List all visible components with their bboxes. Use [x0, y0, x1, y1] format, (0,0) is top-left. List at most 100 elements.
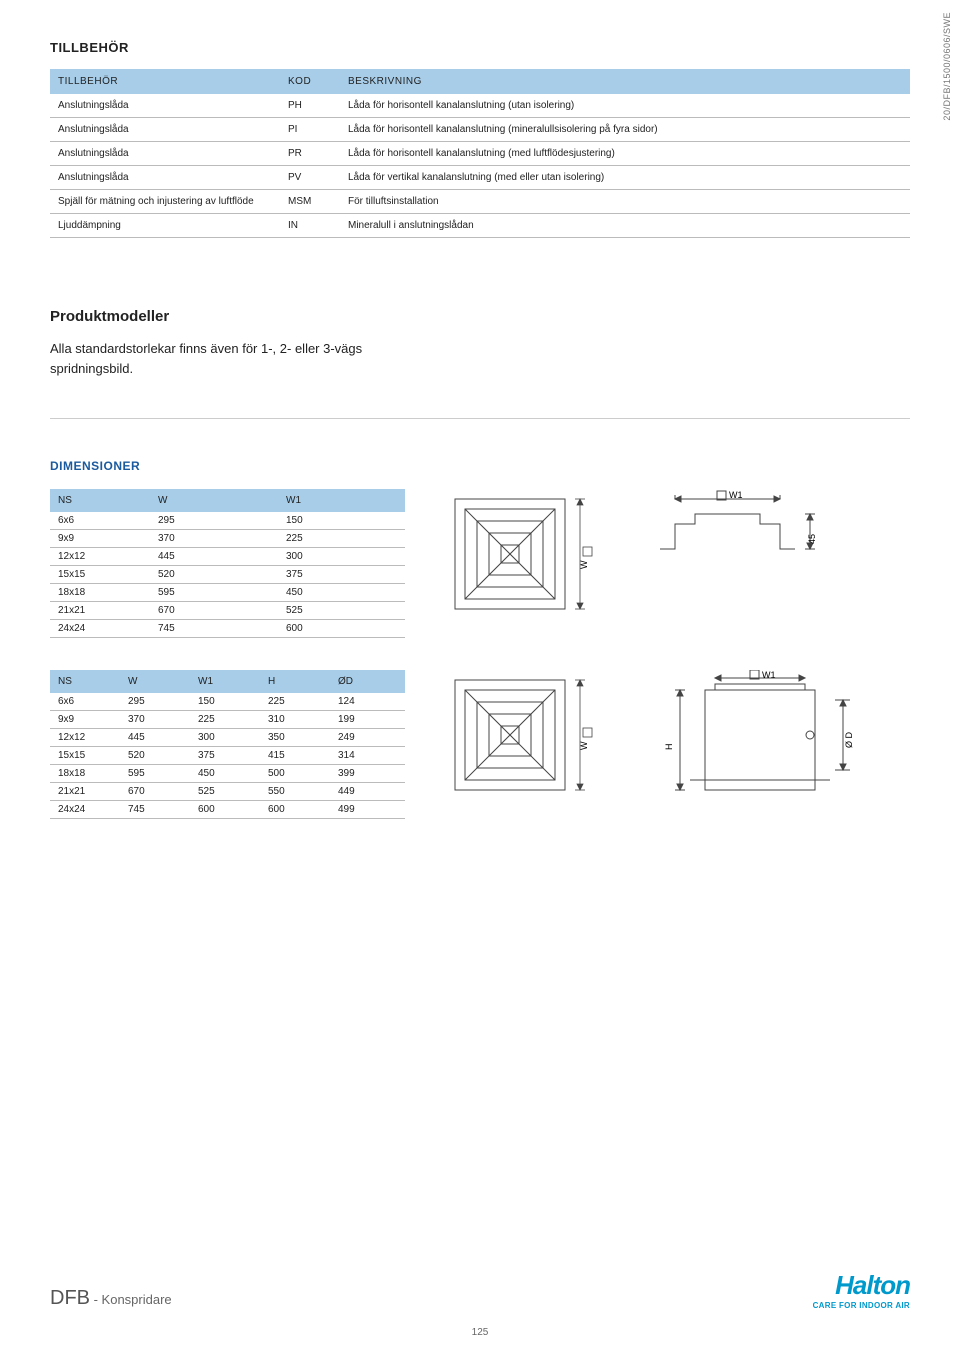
- table-row: 15x15520375415314: [50, 747, 405, 765]
- table-row: AnslutningslådaPVLåda för vertikal kanal…: [50, 166, 910, 190]
- table-cell: 295: [120, 693, 190, 711]
- table-cell: 370: [150, 530, 278, 548]
- logo-name: Halton: [813, 1270, 910, 1301]
- footer-desc: - Konspridare: [90, 1292, 172, 1307]
- side-doc-code: 20/DFB/1500/0606/SWE: [942, 12, 952, 121]
- th-od-b: ØD: [330, 670, 405, 693]
- logo-tagline: CARE FOR INDOOR AIR: [813, 1301, 910, 1310]
- table-row: 9x9370225310199: [50, 711, 405, 729]
- table-cell: Anslutningslåda: [50, 166, 280, 190]
- th-h-b: H: [260, 670, 330, 693]
- table-cell: 12x12: [50, 729, 120, 747]
- table-cell: 415: [260, 747, 330, 765]
- table-cell: 600: [260, 801, 330, 819]
- table-row: 6x6295150: [50, 512, 405, 530]
- table-cell: 124: [330, 693, 405, 711]
- table-cell: 225: [278, 530, 405, 548]
- table-cell: 450: [278, 584, 405, 602]
- table-cell: 595: [120, 765, 190, 783]
- label-w1-2: W1: [762, 670, 776, 680]
- table-row: 12x12445300350249: [50, 729, 405, 747]
- table-row: 24x24745600600499: [50, 801, 405, 819]
- footer-product-name: DFB - Konspridare: [50, 1287, 172, 1310]
- table-cell: 9x9: [50, 711, 120, 729]
- table-cell: 300: [278, 548, 405, 566]
- table-cell: 300: [190, 729, 260, 747]
- table-cell: PI: [280, 118, 340, 142]
- table-cell: Ljuddämpning: [50, 214, 280, 238]
- dimensions-table-b: NS W W1 H ØD 6x62951502251249x9370225310…: [50, 670, 405, 819]
- produktmodeller-text-2: spridningsbild.: [50, 359, 910, 379]
- table-row: 18x18595450500399: [50, 765, 405, 783]
- table-cell: 499: [330, 801, 405, 819]
- table-cell: 18x18: [50, 765, 120, 783]
- label-w: W: [579, 560, 589, 569]
- table-cell: För tilluftsinstallation: [340, 190, 910, 214]
- table-cell: 6x6: [50, 693, 120, 711]
- table-cell: 150: [278, 512, 405, 530]
- th-w1-b: W1: [190, 670, 260, 693]
- table-cell: 450: [190, 765, 260, 783]
- table-cell: MSM: [280, 190, 340, 214]
- page-number: 125: [0, 1327, 960, 1338]
- table-cell: 550: [260, 783, 330, 801]
- table-cell: 310: [260, 711, 330, 729]
- table-cell: 375: [278, 566, 405, 584]
- th-w1: W1: [278, 489, 405, 512]
- table-cell: 24x24: [50, 620, 150, 638]
- table-cell: 399: [330, 765, 405, 783]
- label-w-2: W: [579, 741, 589, 750]
- label-w1: W1: [729, 490, 743, 500]
- table-cell: 18x18: [50, 584, 150, 602]
- table-cell: 375: [190, 747, 260, 765]
- produktmodeller-text-1: Alla standardstorlekar finns även för 1-…: [50, 339, 910, 359]
- table-cell: PH: [280, 94, 340, 118]
- label-od: Ø D: [844, 731, 854, 748]
- th-kod: KOD: [280, 69, 340, 94]
- th-ns: NS: [50, 489, 150, 512]
- th-tillbehor: TILLBEHÖR: [50, 69, 280, 94]
- halton-logo: Halton CARE FOR INDOOR AIR: [813, 1270, 910, 1310]
- table-cell: 249: [330, 729, 405, 747]
- table-cell: 21x21: [50, 602, 150, 620]
- table-cell: 525: [278, 602, 405, 620]
- table-row: Spjäll för mätning och injustering av lu…: [50, 190, 910, 214]
- accessories-table: TILLBEHÖR KOD BESKRIVNING Anslutningslåd…: [50, 69, 910, 238]
- table-row: 21x21670525550449: [50, 783, 405, 801]
- table-cell: Låda för horisontell kanalanslutning (mi…: [340, 118, 910, 142]
- table-row: LjuddämpningINMineralull i anslutningslå…: [50, 214, 910, 238]
- section-tillbehor-title: TILLBEHÖR: [50, 40, 910, 55]
- diagram-front-view-1: W: [435, 489, 595, 629]
- table-cell: 520: [150, 566, 278, 584]
- table-cell: Låda för vertikal kanalanslutning (med e…: [340, 166, 910, 190]
- label-45: 45: [807, 534, 817, 544]
- table-cell: 745: [150, 620, 278, 638]
- table-row: 9x9370225: [50, 530, 405, 548]
- table-cell: 225: [190, 711, 260, 729]
- table-cell: 24x24: [50, 801, 120, 819]
- diagram-side-view-1: W1 45: [655, 489, 835, 609]
- table-cell: 15x15: [50, 566, 150, 584]
- table-cell: 12x12: [50, 548, 150, 566]
- table-cell: Låda för horisontell kanalanslutning (me…: [340, 142, 910, 166]
- table-cell: 745: [120, 801, 190, 819]
- diagram-front-view-2: W: [435, 670, 595, 810]
- diagram-plenum-side-view: W1 H Ø D: [655, 670, 875, 820]
- table-row: 24x24745600: [50, 620, 405, 638]
- table-row: AnslutningslådaPILåda för horisontell ka…: [50, 118, 910, 142]
- table-cell: 445: [120, 729, 190, 747]
- table-cell: Låda för horisontell kanalanslutning (ut…: [340, 94, 910, 118]
- dimensioner-title: DIMENSIONER: [50, 459, 910, 473]
- table-row: 12x12445300: [50, 548, 405, 566]
- table-cell: IN: [280, 214, 340, 238]
- table-cell: Anslutningslåda: [50, 94, 280, 118]
- table-row: 18x18595450: [50, 584, 405, 602]
- dimensions-table-a: NS W W1 6x62951509x937022512x1244530015x…: [50, 489, 405, 638]
- table-cell: 670: [120, 783, 190, 801]
- table-cell: 295: [150, 512, 278, 530]
- th-ns-b: NS: [50, 670, 120, 693]
- table-cell: 600: [278, 620, 405, 638]
- table-cell: 525: [190, 783, 260, 801]
- table-cell: 150: [190, 693, 260, 711]
- table-cell: 21x21: [50, 783, 120, 801]
